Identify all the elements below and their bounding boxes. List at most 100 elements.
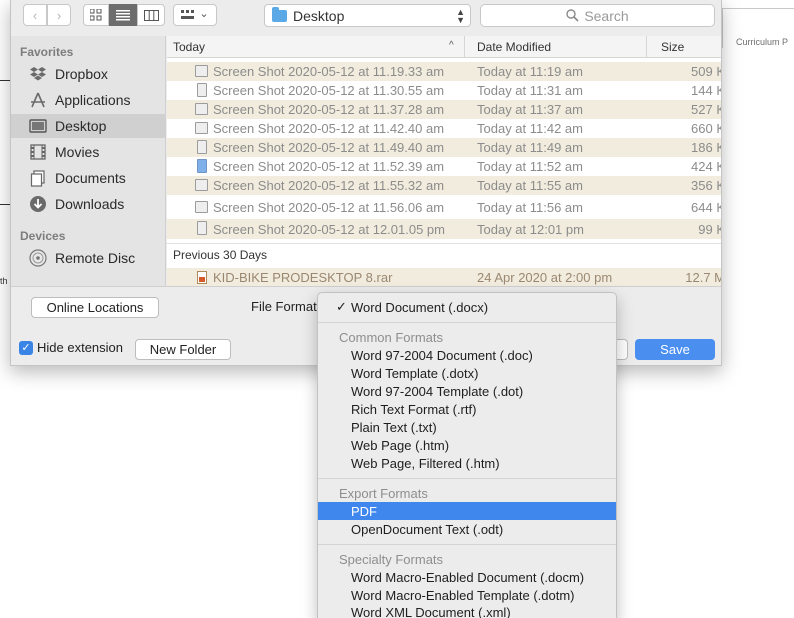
sidebar-item-desktop[interactable]: Desktop [11, 114, 166, 138]
sidebar-item-documents[interactable]: Documents [11, 166, 166, 190]
file-row[interactable]: Screen Shot 2020-05-12 at 11.30.55 am To… [167, 81, 722, 100]
file-date: 24 Apr 2020 at 2:00 pm [477, 270, 613, 285]
menu-item-format[interactable]: Word 97-2004 Template (.dot) [318, 382, 616, 400]
file-size: 144 K [691, 83, 722, 98]
menu-item-pdf[interactable]: PDF [318, 502, 616, 520]
list-header: Today ^ Date Modified Size [167, 36, 721, 58]
desktop-icon [28, 117, 48, 135]
search-field[interactable]: Search [480, 4, 715, 27]
image-file-icon [197, 159, 207, 173]
file-row[interactable]: Screen Shot 2020-05-12 at 11.56.06 am To… [167, 197, 722, 218]
sidebar-item-label: Downloads [55, 196, 125, 212]
menu-separator [318, 478, 616, 479]
column-header-label: Date Modified [477, 40, 552, 54]
sidebar-item-label: Movies [55, 144, 100, 160]
save-button[interactable]: Save [635, 339, 715, 360]
dropbox-icon [28, 65, 48, 83]
file-row[interactable]: Screen Shot 2020-05-12 at 11.37.28 am To… [167, 100, 721, 119]
file-date: Today at 11:56 am [477, 200, 583, 215]
file-row[interactable]: Screen Shot 2020-05-12 at 12.01.05 pm To… [167, 219, 721, 239]
column-header-size[interactable]: Size [655, 36, 721, 58]
group-label-previous-30-days: Previous 30 Days [173, 248, 268, 262]
file-format-label: File Format [251, 299, 317, 314]
image-file-icon [195, 103, 208, 115]
menu-item-format[interactable]: Rich Text Format (.rtf) [318, 400, 616, 418]
devices-heading: Devices [20, 229, 66, 243]
sidebar-item-movies[interactable]: Movies [11, 140, 166, 164]
file-row[interactable]: Screen Shot 2020-05-12 at 11.55.32 am To… [167, 176, 722, 195]
online-locations-button[interactable]: Online Locations [31, 297, 159, 318]
hide-extension-label[interactable]: Hide extension [37, 340, 123, 355]
menu-item-format[interactable]: Web Page, Filtered (.htm) [318, 454, 616, 472]
location-popup[interactable]: Desktop ▲ ▼ [264, 4, 471, 27]
file-name: Screen Shot 2020-05-12 at 11.19.33 am [213, 64, 445, 79]
menu-item-format[interactable]: Word Macro-Enabled Document (.docm) [318, 568, 616, 586]
sidebar-item-applications[interactable]: Applications [11, 88, 166, 112]
chevron-left-icon: ‹ [32, 7, 38, 23]
group-by-button[interactable]: ⌄ [173, 4, 217, 26]
menu-heading-common: Common Formats [339, 330, 444, 345]
columns-icon [143, 9, 159, 21]
documents-icon [28, 169, 48, 187]
sidebar-item-label: Desktop [55, 118, 107, 134]
image-file-icon [197, 140, 207, 154]
column-header-date[interactable]: Date Modified [471, 36, 647, 58]
group-divider [167, 243, 721, 244]
new-folder-button[interactable]: New Folder [135, 339, 231, 360]
group-icon [181, 10, 195, 19]
image-file-icon [195, 201, 208, 213]
applications-icon [28, 91, 48, 109]
doc-curriculum-text: Curriculum P [736, 37, 789, 47]
icon-view-button[interactable] [83, 4, 109, 26]
hide-extension-checkbox[interactable]: ✓ [19, 341, 33, 355]
forward-button[interactable]: › [47, 4, 71, 26]
downloads-icon [28, 195, 48, 213]
file-row[interactable]: Screen Shot 2020-05-12 at 11.42.40 am To… [167, 119, 721, 138]
menu-item-format[interactable]: Word 97-2004 Document (.doc) [318, 346, 616, 364]
checkmark-icon: ✓ [336, 299, 347, 314]
file-size: 99 K [698, 221, 721, 237]
menu-item-format[interactable]: Plain Text (.txt) [318, 418, 616, 436]
list-icon [116, 9, 130, 20]
file-row[interactable]: Screen Shot 2020-05-12 at 11.19.33 am To… [167, 62, 721, 81]
sidebar-item-remote-disc[interactable]: Remote Disc [11, 246, 166, 270]
file-name: Screen Shot 2020-05-12 at 11.37.28 am [213, 102, 445, 117]
file-row[interactable]: Screen Shot 2020-05-12 at 11.52.39 am To… [167, 157, 722, 176]
column-header-label: Today [173, 40, 206, 54]
menu-item-format[interactable]: Word Macro-Enabled Template (.dotm) [318, 586, 616, 604]
menu-separator [318, 544, 616, 545]
sidebar: Favorites Dropbox Applications Desktop M… [11, 36, 166, 286]
disc-icon [28, 249, 48, 267]
menu-item-format[interactable]: OpenDocument Text (.odt) [318, 520, 616, 538]
menu-item-format[interactable]: Word Template (.dotx) [318, 364, 616, 382]
file-date: Today at 11:55 am [477, 178, 583, 193]
menu-item-format[interactable]: Word XML Document (.xml) [318, 603, 616, 618]
file-date: Today at 11:37 am [477, 102, 583, 117]
column-view-button[interactable] [137, 4, 165, 26]
chevron-down-icon: ⌄ [199, 7, 209, 20]
menu-heading-specialty: Specialty Formats [339, 552, 444, 567]
file-size: 356 K [691, 178, 722, 193]
list-view-button[interactable] [109, 4, 137, 26]
updown-chevron-icon: ▲ ▼ [456, 7, 465, 25]
file-format-menu: ✓ Word Document (.docx) Common Formats W… [317, 292, 617, 618]
file-size: 424 K [691, 159, 722, 174]
menu-item-current-format[interactable]: ✓ Word Document (.docx) [318, 298, 616, 316]
file-date: Today at 11:42 am [477, 121, 583, 136]
doc-rule [722, 8, 794, 9]
sidebar-item-dropbox[interactable]: Dropbox [11, 62, 166, 86]
sidebar-item-downloads[interactable]: Downloads [11, 192, 166, 216]
file-row[interactable]: KID-BIKE PRODESKTOP 8.rar 24 Apr 2020 at… [167, 268, 722, 287]
file-size: 644 K [691, 200, 722, 215]
sidebar-item-label: Dropbox [55, 66, 108, 82]
sidebar-item-label: Remote Disc [55, 250, 136, 266]
file-date: Today at 12:01 pm [477, 221, 584, 237]
column-header-name[interactable]: Today [167, 36, 465, 58]
file-size: 12.7 M [685, 270, 722, 285]
file-row[interactable]: Screen Shot 2020-05-12 at 11.49.40 am To… [167, 138, 721, 157]
back-button[interactable]: ‹ [23, 4, 47, 26]
favorites-heading: Favorites [20, 45, 74, 59]
dialog-toolbar: ‹ › ⌄ Desktop ▲ ▼ Search [11, 0, 721, 36]
menu-item-format[interactable]: Web Page (.htm) [318, 436, 616, 454]
location-label: Desktop [293, 7, 345, 24]
